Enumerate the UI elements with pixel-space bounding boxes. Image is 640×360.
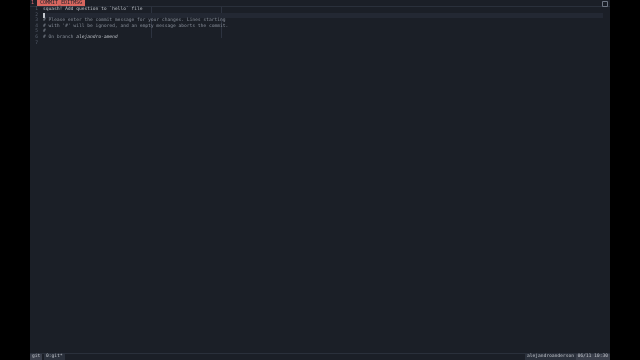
branch-prefix: # On branch: [43, 34, 77, 40]
empty-line[interactable]: [43, 41, 603, 47]
tmux-status-bar: git 0:git* alejandroanderson 06/11 10:30: [30, 353, 610, 360]
window-label-git[interactable]: 0:git*: [44, 354, 65, 360]
text-cursor: [43, 12, 45, 18]
branch-name: alejandro-amend: [76, 34, 118, 40]
line-number-gutter: 1 2 3 4 5 6 7: [30, 7, 40, 46]
tab-number: 1: [31, 0, 35, 6]
tab-commit-editmsg[interactable]: COMMIT_EDITMSG: [37, 0, 86, 6]
session-label: git: [30, 354, 43, 360]
line-number: 7: [35, 40, 38, 46]
clock: 06/11 10:30: [575, 354, 610, 360]
tab-bar: 1 COMMIT_EDITMSG: [30, 0, 610, 7]
terminal-window: 1 COMMIT_EDITMSG 1 2 3 4 5 6 7 squash! A…: [30, 0, 610, 360]
editor-text-area[interactable]: squash! Add question to `hello` file # P…: [43, 7, 603, 46]
username: alejandroanderson: [524, 354, 576, 360]
